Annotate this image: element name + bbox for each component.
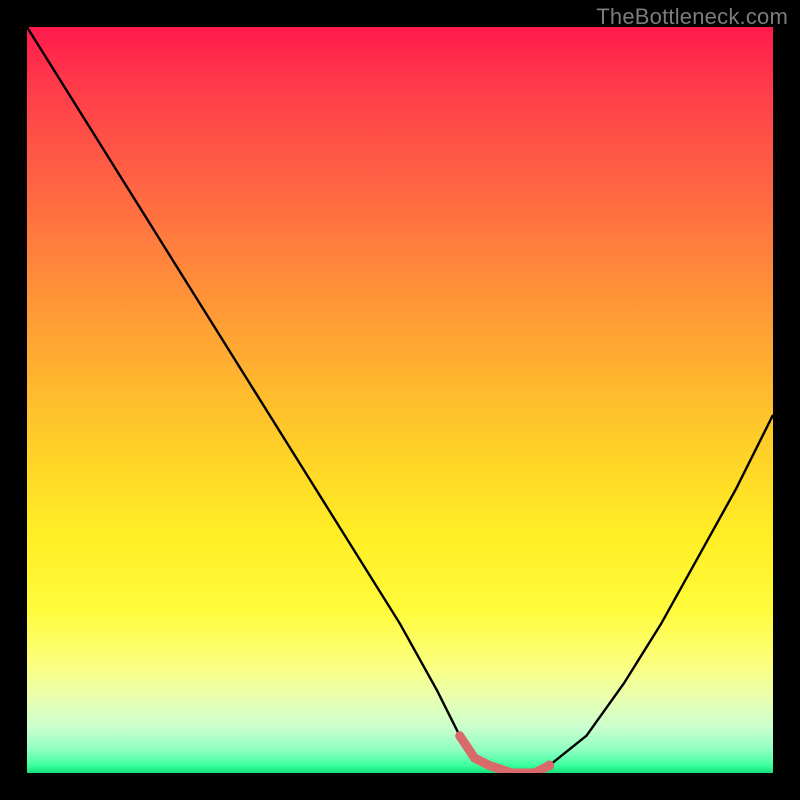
bottleneck-curve xyxy=(27,27,773,773)
flat-region-highlight xyxy=(460,736,550,773)
highlight-dot xyxy=(544,761,554,771)
chart-svg xyxy=(27,27,773,773)
chart-frame: TheBottleneck.com xyxy=(0,0,800,800)
watermark-text: TheBottleneck.com xyxy=(596,4,788,30)
